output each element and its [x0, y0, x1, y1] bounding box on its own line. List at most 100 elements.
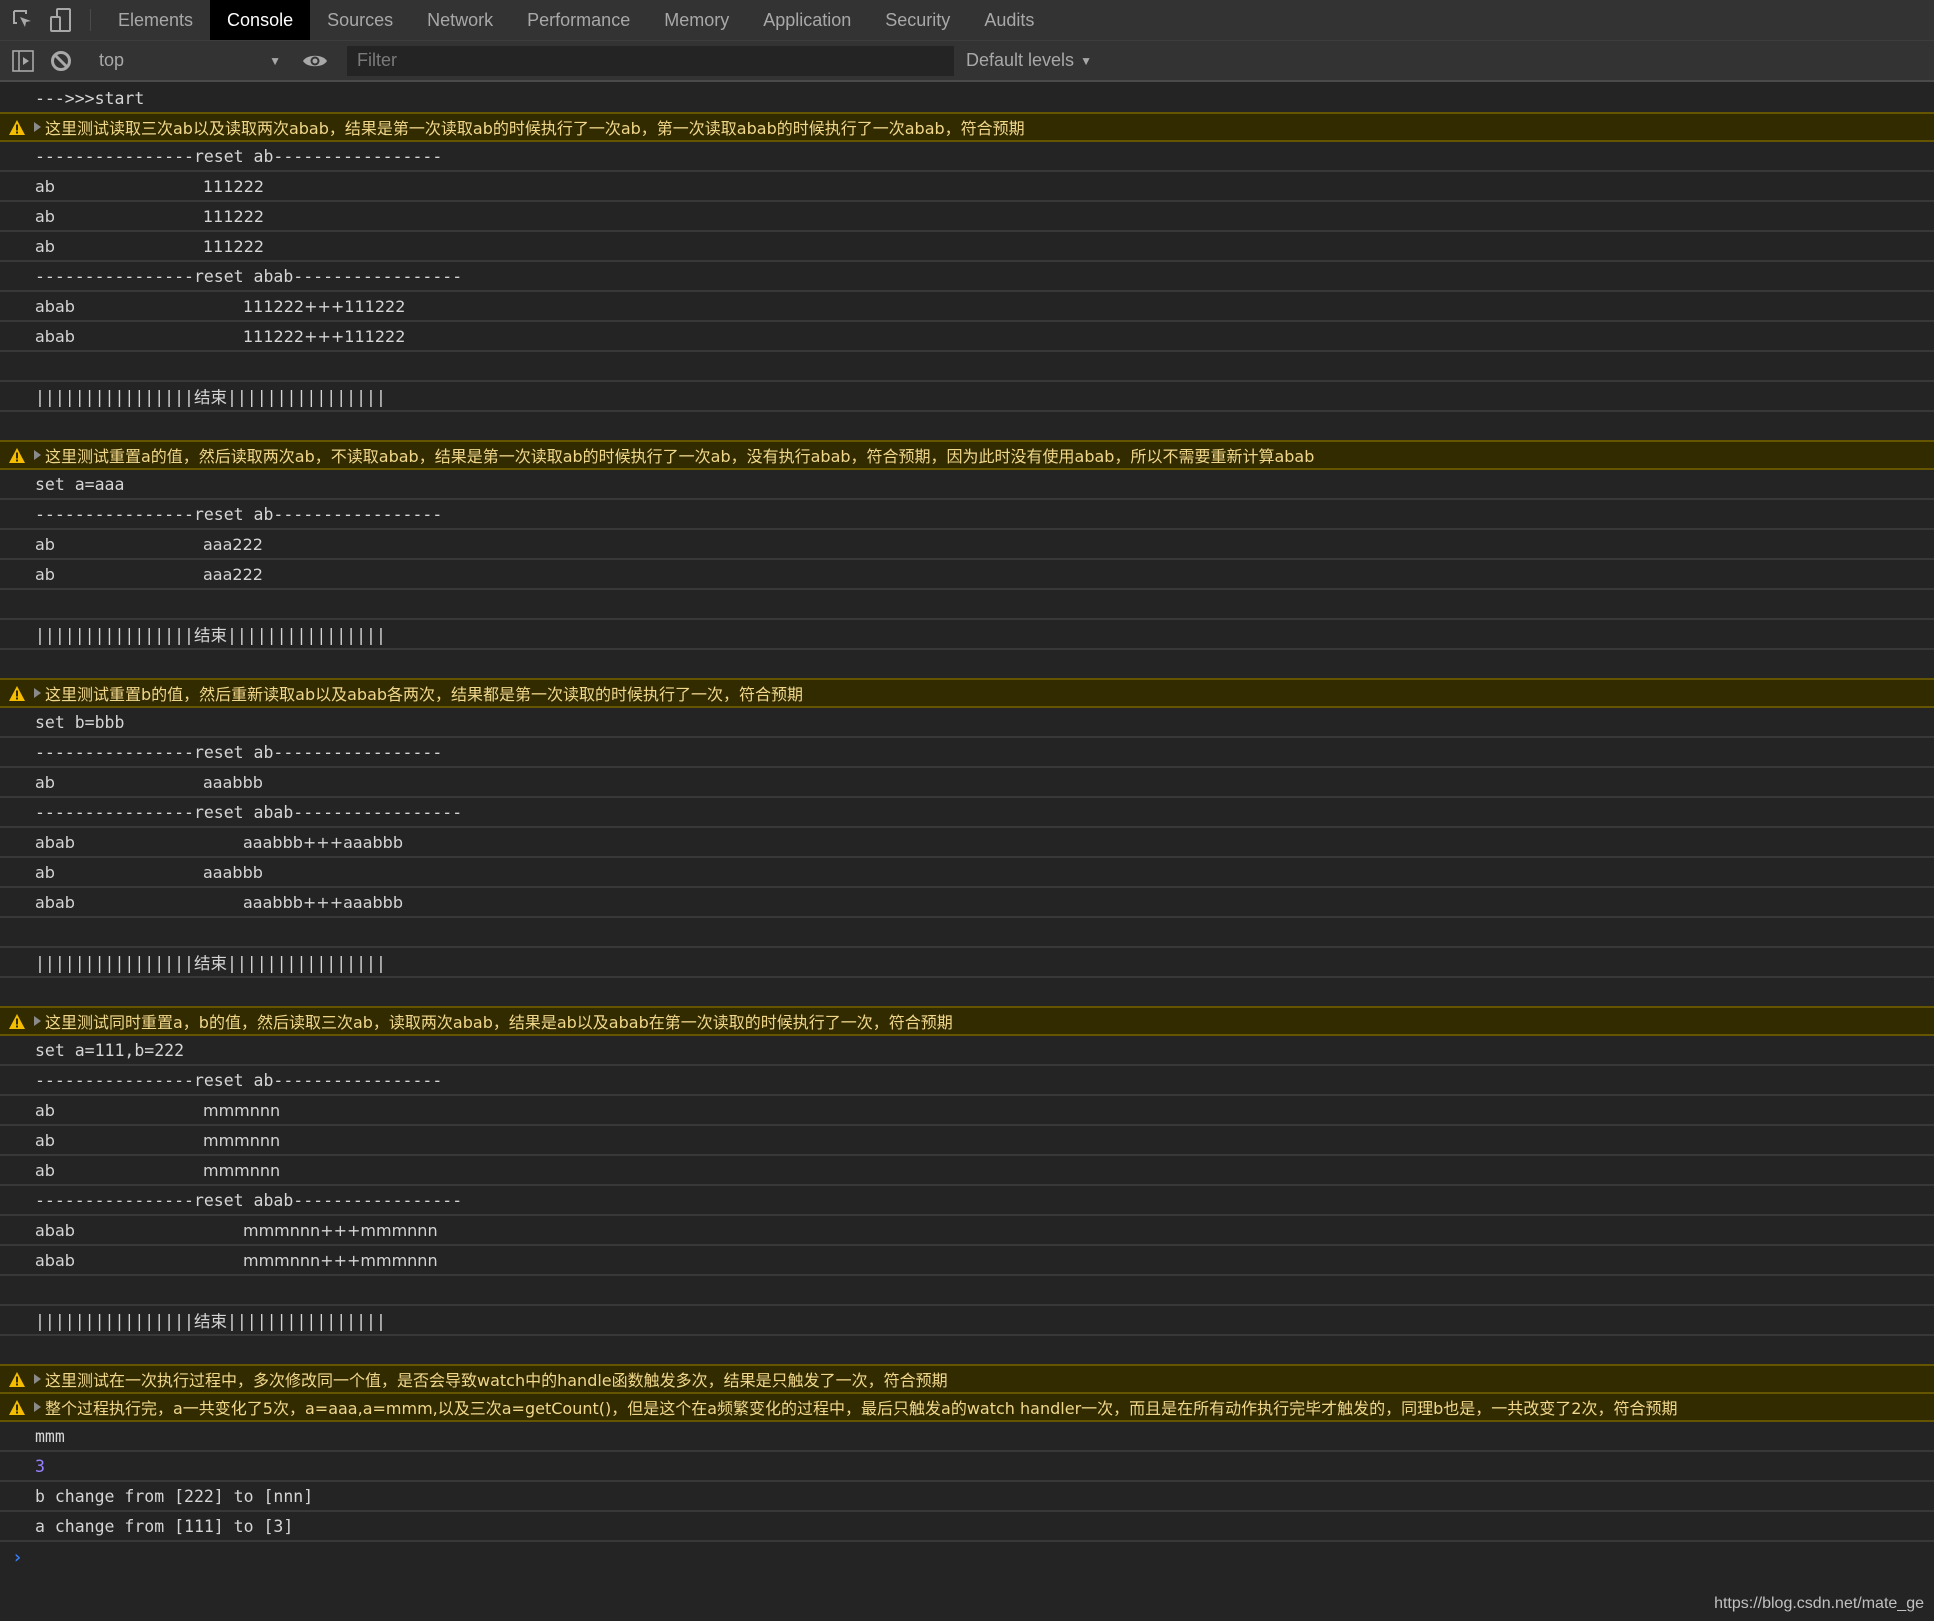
expand-triangle-icon[interactable] [34, 122, 41, 132]
console-log: ||||||||||||||||结束|||||||||||||||| [0, 948, 1934, 978]
device-toolbar-icon[interactable] [42, 0, 80, 40]
log-text: --->>>start [35, 88, 145, 108]
console-prompt[interactable]: › [0, 1542, 1934, 1572]
warning-text: 这里测试在一次执行过程中，多次修改同一个值，是否会导致watch中的handle… [45, 1371, 948, 1390]
show-sidebar-icon[interactable] [4, 49, 42, 72]
dropdown-caret-icon: ▼ [269, 53, 281, 68]
log-value: aaabbb+++aaabbb [243, 892, 403, 912]
console-log: ab aaa222 [0, 560, 1934, 590]
console-log: ab 111222 [0, 232, 1934, 262]
log-text: ----------------reset abab--------------… [35, 1190, 463, 1210]
console-log: abab mmmnnn+++mmmnnn [0, 1246, 1934, 1276]
expand-triangle-icon[interactable] [34, 1374, 41, 1384]
console-log: set a=111,b=222 [0, 1036, 1934, 1066]
tab-memory[interactable]: Memory [647, 0, 746, 40]
warning-text: 这里测试重置a的值，然后读取两次ab，不读取abab，结果是第一次读取ab的时候… [45, 447, 1315, 466]
expand-triangle-icon[interactable] [34, 688, 41, 698]
tab-network[interactable]: Network [410, 0, 510, 40]
warning-icon [0, 1371, 34, 1387]
devtools-tab-bar: Elements Console Sources Network Performance… [0, 0, 1934, 41]
log-text: ----------------reset ab----------------… [35, 146, 443, 166]
log-value: mmmnnn [203, 1160, 281, 1180]
console-log-empty [0, 1336, 1934, 1366]
log-text: ----------------reset abab--------------… [35, 802, 463, 822]
log-label: ab [35, 206, 55, 226]
console-log-empty [0, 352, 1934, 382]
log-levels-label: Default levels [966, 50, 1075, 70]
console-log: ab aaabbb [0, 768, 1934, 798]
console-log: ab 111222 [0, 202, 1934, 232]
log-text: ----------------reset ab----------------… [35, 504, 443, 524]
log-text: ----------------reset ab----------------… [35, 1070, 443, 1090]
console-log-empty [0, 412, 1934, 442]
console-log-empty [0, 978, 1934, 1008]
console-log: ||||||||||||||||结束|||||||||||||||| [0, 382, 1934, 412]
warning-text: 整个过程执行完，a一共变化了5次，a=aaa,a=mmm,以及三次a=getCo… [45, 1399, 1678, 1418]
console-log-empty [0, 590, 1934, 620]
console-log: abab mmmnnn+++mmmnnn [0, 1216, 1934, 1246]
clear-console-icon[interactable] [42, 50, 80, 72]
filter-input[interactable] [347, 45, 954, 76]
log-value: aaabbb [203, 862, 263, 882]
log-value: 111222 [203, 176, 265, 196]
log-label: abab [35, 296, 75, 316]
expand-triangle-icon[interactable] [34, 1402, 41, 1412]
warning-icon [0, 119, 34, 135]
tab-performance[interactable]: Performance [510, 0, 647, 40]
console-log: 3 [0, 1452, 1934, 1482]
warning-icon [0, 1399, 34, 1415]
log-value: aaa222 [203, 564, 263, 584]
log-value: aaa222 [203, 534, 263, 554]
console-log: abab 111222+++111222 [0, 292, 1934, 322]
log-label: abab [35, 892, 75, 912]
log-value: mmmnnn [203, 1130, 281, 1150]
log-text: mmm [35, 1426, 65, 1446]
log-value: 111222 [203, 236, 265, 256]
log-label: ab [35, 772, 55, 792]
toolbar-divider [90, 9, 91, 31]
log-text: set a=aaa [35, 474, 125, 494]
tab-security[interactable]: Security [868, 0, 967, 40]
expand-triangle-icon[interactable] [34, 450, 41, 460]
log-label: ab [35, 176, 55, 196]
console-log: ||||||||||||||||结束|||||||||||||||| [0, 1306, 1934, 1336]
warning-icon [0, 447, 34, 463]
log-text: ----------------reset abab--------------… [35, 266, 463, 286]
console-warning[interactable]: 整个过程执行完，a一共变化了5次，a=aaa,a=mmm,以及三次a=getCo… [0, 1394, 1934, 1422]
console-log-empty [0, 918, 1934, 948]
inspect-element-icon[interactable] [4, 0, 42, 40]
console-warning[interactable]: 这里测试同时重置a，b的值，然后读取三次ab，读取两次abab，结果是ab以及a… [0, 1006, 1934, 1036]
console-warning[interactable]: 这里测试读取三次ab以及读取两次abab，结果是第一次读取ab的时候执行了一次a… [0, 112, 1934, 142]
console-toolbar: top ▼ Default levels ▼ [0, 41, 1934, 82]
live-expression-eye-icon[interactable] [296, 52, 334, 70]
warning-text: 这里测试同时重置a，b的值，然后读取三次ab，读取两次abab，结果是ab以及a… [45, 1013, 953, 1032]
tab-elements[interactable]: Elements [101, 0, 210, 40]
console-log: abab aaabbb+++aaabbb [0, 828, 1934, 858]
console-warning[interactable]: 这里测试重置a的值，然后读取两次ab，不读取abab，结果是第一次读取ab的时候… [0, 440, 1934, 470]
dropdown-caret-icon: ▼ [1080, 53, 1092, 68]
console-log: ab mmmnnn [0, 1096, 1934, 1126]
console-messages: --->>>start 这里测试读取三次ab以及读取两次abab，结果是第一次读取… [0, 84, 1934, 1572]
log-value: mmmnnn [203, 1100, 281, 1120]
log-label: abab [35, 326, 75, 346]
tab-audits[interactable]: Audits [967, 0, 1051, 40]
log-levels-dropdown[interactable]: Default levels ▼ [966, 50, 1092, 71]
console-log: a change from [111] to [3] [0, 1512, 1934, 1542]
log-label: ab [35, 862, 55, 882]
tab-console[interactable]: Console [210, 0, 311, 40]
context-value: top [99, 50, 125, 70]
tab-sources[interactable]: Sources [310, 0, 410, 40]
console-warning[interactable]: 这里测试重置b的值，然后重新读取ab以及abab各两次，结果都是第一次读取的时候… [0, 678, 1934, 708]
console-log: b change from [222] to [nnn] [0, 1482, 1934, 1512]
log-value: mmmnnn+++mmmnnn [243, 1250, 438, 1270]
tab-application[interactable]: Application [746, 0, 868, 40]
console-log: --->>>start [0, 84, 1934, 114]
console-log: ----------------reset abab--------------… [0, 262, 1934, 292]
log-label: ab [35, 564, 55, 584]
console-warning[interactable]: 这里测试在一次执行过程中，多次修改同一个值，是否会导致watch中的handle… [0, 1364, 1934, 1394]
console-log-empty [0, 1276, 1934, 1306]
context-selector[interactable]: top ▼ [87, 41, 287, 80]
console-log: ab mmmnnn [0, 1126, 1934, 1156]
console-log: set a=aaa [0, 470, 1934, 500]
expand-triangle-icon[interactable] [34, 1016, 41, 1026]
